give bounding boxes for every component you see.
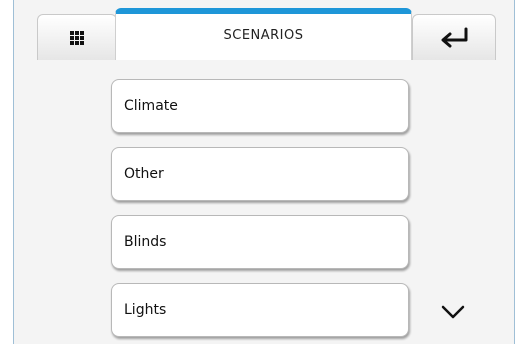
list-item-label: Blinds	[124, 234, 167, 250]
menu-button[interactable]	[37, 14, 117, 60]
scroll-down-button[interactable]	[439, 300, 467, 324]
list-item-climate[interactable]: Climate	[111, 79, 409, 133]
list-item-label: Climate	[124, 98, 178, 114]
page-title: SCENARIOS	[223, 27, 304, 43]
list-item-blinds[interactable]: Blinds	[111, 215, 409, 269]
app-frame: SCENARIOS Climate Other Blinds Lights	[13, 0, 515, 344]
return-arrow-icon	[441, 27, 468, 47]
page-title-tab: SCENARIOS	[115, 8, 412, 60]
chevron-down-icon	[441, 305, 465, 319]
list-item-label: Lights	[124, 302, 167, 318]
list-item-label: Other	[124, 166, 164, 182]
list-item-lights[interactable]: Lights	[111, 283, 409, 337]
list-item-other[interactable]: Other	[111, 147, 409, 201]
top-bar: SCENARIOS	[14, 0, 514, 60]
back-button[interactable]	[412, 14, 496, 60]
grid-menu-icon	[70, 30, 84, 45]
scenario-list: Climate Other Blinds Lights	[111, 79, 409, 351]
